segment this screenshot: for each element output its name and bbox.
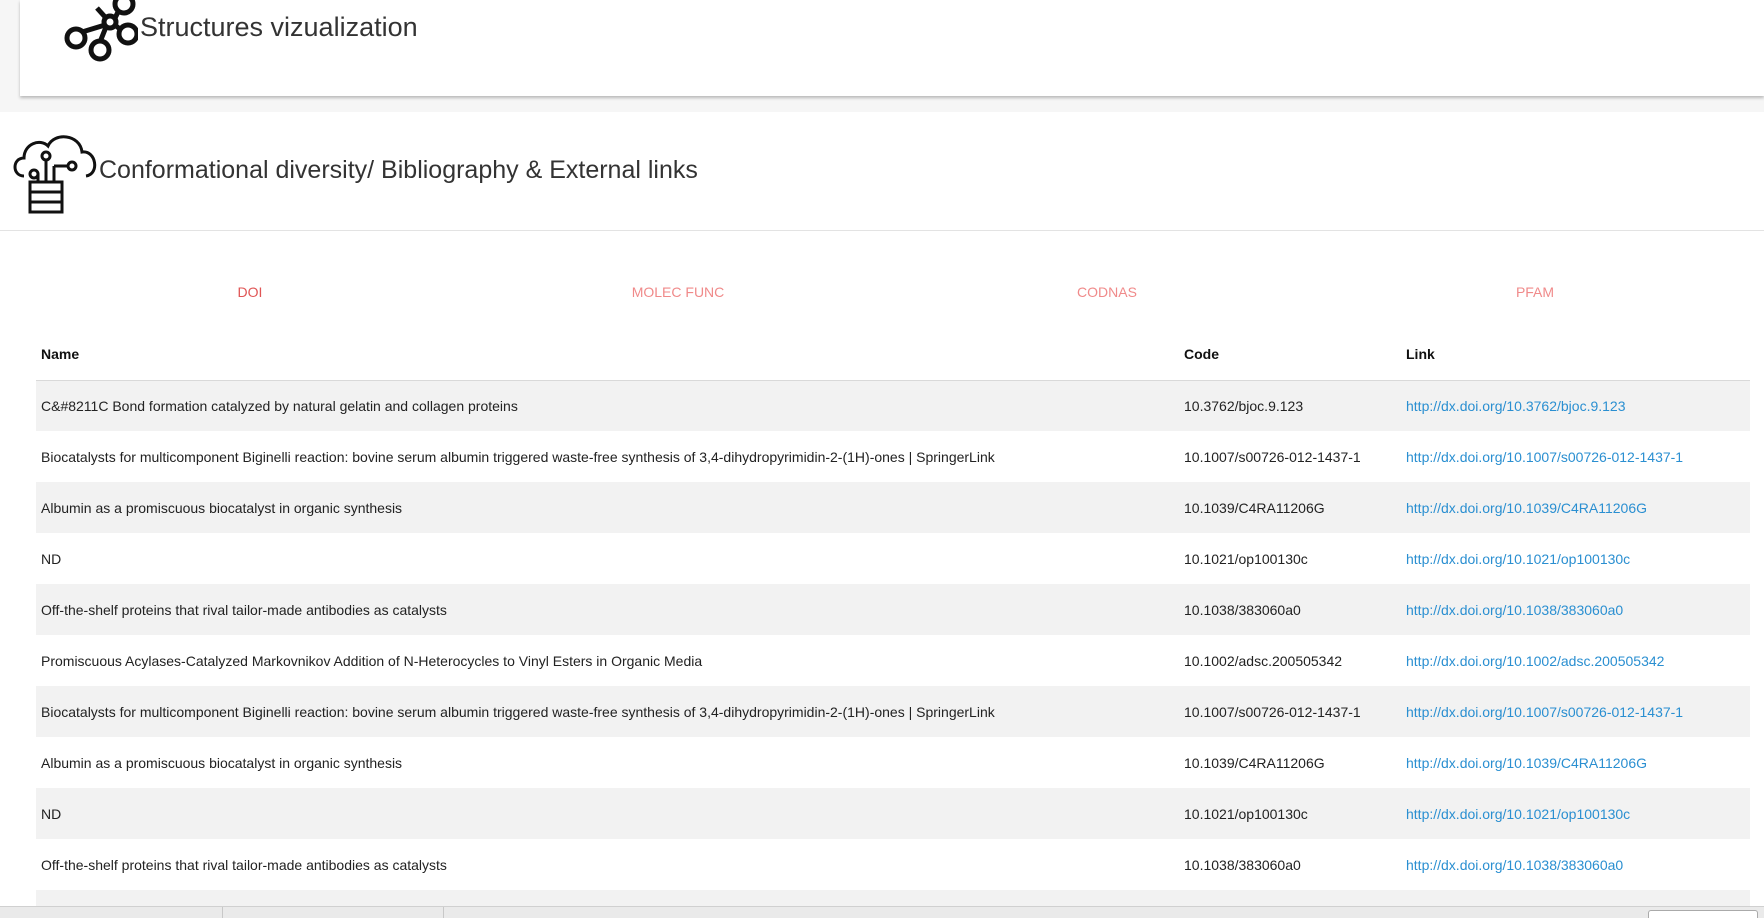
molecule-network-icon xyxy=(42,0,140,64)
table-header-row: Name Code Link xyxy=(36,328,1750,381)
row-code: 10.1007/s00726-012-1437-1 xyxy=(1184,448,1361,465)
doi-table: Name Code Link C&#8211C Bond formation c… xyxy=(36,328,1750,918)
row-name: Albumin as a promiscuous biocatalyst in … xyxy=(41,754,403,771)
column-header-name[interactable]: Name xyxy=(36,328,1179,381)
table-row: Albumin as a promiscuous biocatalyst in … xyxy=(36,482,1750,533)
row-name: C&#8211C Bond formation catalyzed by nat… xyxy=(36,380,1179,431)
tab-doi[interactable]: DOI xyxy=(36,262,464,322)
table-row: Biocatalysts for multicomponent Biginell… xyxy=(36,686,1750,737)
panel-title: Conformational diversity/ Bibliography &… xyxy=(99,156,698,184)
tab-codnas[interactable]: CODNAS xyxy=(893,262,1321,322)
structures-card: Structures vizualization xyxy=(20,0,1764,96)
row-name: Biocatalysts for multicomponent Biginell… xyxy=(36,686,1179,737)
divider xyxy=(222,907,223,918)
row-code: 10.1039/C4RA11206G xyxy=(1184,754,1325,771)
doi-link[interactable]: http://dx.doi.org/10.3762/bjoc.9.123 xyxy=(1406,398,1626,414)
doi-link[interactable]: http://dx.doi.org/10.1039/C4RA11206G xyxy=(1406,755,1647,771)
row-code: 10.1002/adsc.200505342 xyxy=(1184,652,1343,669)
row-code: 10.1038/383060a0 xyxy=(1179,584,1401,635)
tab-pfam[interactable]: PFAM xyxy=(1321,262,1749,322)
doi-link[interactable]: http://dx.doi.org/10.1039/C4RA11206G xyxy=(1406,500,1647,516)
table-row: Promiscuous Acylases-Catalyzed Markovnik… xyxy=(36,635,1750,686)
doi-link[interactable]: http://dx.doi.org/10.1002/adsc.200505342 xyxy=(1406,653,1664,669)
tab-molec-func[interactable]: MOLEC FUNC xyxy=(464,262,892,322)
table-row: Off-the-shelf proteins that rival tailor… xyxy=(36,839,1750,890)
structures-title: Structures vizualization xyxy=(140,12,418,42)
row-code: 10.1007/s00726-012-1437-1 xyxy=(1179,686,1401,737)
table-row: ND 10.1021/op100130c http://dx.doi.org/1… xyxy=(36,788,1750,839)
table-row: Albumin as a promiscuous biocatalyst in … xyxy=(36,737,1750,788)
cloud-server-icon xyxy=(10,130,102,214)
divider xyxy=(443,907,444,918)
row-name: Albumin as a promiscuous biocatalyst in … xyxy=(36,482,1179,533)
row-name: Promiscuous Acylases-Catalyzed Markovnik… xyxy=(41,652,703,669)
bottom-bar-button[interactable] xyxy=(1648,910,1758,918)
table-row: C&#8211C Bond formation catalyzed by nat… xyxy=(36,380,1750,431)
doi-link[interactable]: http://dx.doi.org/10.1021/op100130c xyxy=(1406,551,1630,567)
doi-link[interactable]: http://dx.doi.org/10.1038/383060a0 xyxy=(1406,857,1623,873)
doi-link[interactable]: http://dx.doi.org/10.1038/383060a0 xyxy=(1406,602,1623,618)
row-code: 10.1038/383060a0 xyxy=(1184,856,1301,873)
tab-bar: DOI MOLEC FUNC CODNAS PFAM xyxy=(36,262,1750,322)
row-name: Off-the-shelf proteins that rival tailor… xyxy=(36,584,1179,635)
table-row: Biocatalysts for multicomponent Biginell… xyxy=(36,431,1750,482)
table-row: Off-the-shelf proteins that rival tailor… xyxy=(36,584,1750,635)
panel-header: Conformational diversity/ Bibliography &… xyxy=(0,112,1764,231)
doi-link[interactable]: http://dx.doi.org/10.1007/s00726-012-143… xyxy=(1406,449,1683,465)
row-name: ND xyxy=(36,788,1179,839)
doi-link[interactable]: http://dx.doi.org/10.1007/s00726-012-143… xyxy=(1406,704,1683,720)
row-name: Off-the-shelf proteins that rival tailor… xyxy=(41,856,447,873)
row-name: Biocatalysts for multicomponent Biginell… xyxy=(41,448,995,465)
row-code: 10.1021/op100130c xyxy=(1184,550,1308,567)
row-code: 10.1021/op100130c xyxy=(1179,788,1401,839)
bottom-bar xyxy=(0,906,1764,918)
row-name: ND xyxy=(41,550,62,567)
column-header-code[interactable]: Code xyxy=(1179,328,1401,381)
table-row: ND 10.1021/op100130c http://dx.doi.org/1… xyxy=(36,533,1750,584)
doi-link[interactable]: http://dx.doi.org/10.1021/op100130c xyxy=(1406,806,1630,822)
column-header-link[interactable]: Link xyxy=(1401,328,1750,381)
row-code: 10.1039/C4RA11206G xyxy=(1179,482,1401,533)
row-code: 10.3762/bjoc.9.123 xyxy=(1179,380,1401,431)
